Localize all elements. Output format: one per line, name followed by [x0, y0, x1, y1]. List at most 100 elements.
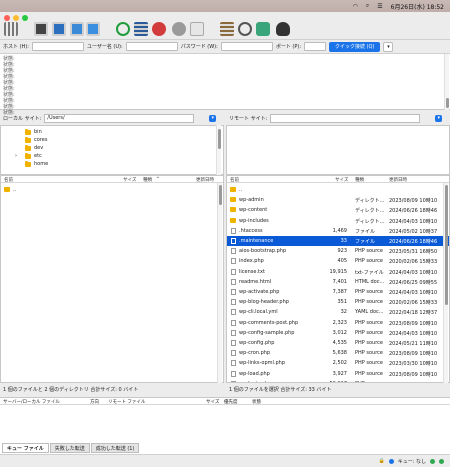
remote-file-modified: 2023/03/30 10時10: [389, 361, 438, 368]
remote-file-row[interactable]: wp-includes ディレクト... 2024/04/03 10時10: [227, 216, 449, 226]
search-files-icon[interactable]: [238, 22, 252, 36]
remote-file-size: 2,502: [332, 360, 347, 367]
tree-item[interactable]: › etc: [15, 152, 42, 160]
download-led-icon: [439, 458, 444, 464]
upload-led-icon: [430, 458, 435, 464]
remote-file-name: index.php: [239, 258, 264, 265]
local-list-scroll-thumb[interactable]: [219, 185, 222, 205]
remote-file-type: ディレクト...: [355, 218, 385, 225]
local-tree-scroll-thumb[interactable]: [218, 129, 221, 149]
remote-col-modified[interactable]: 更新日時: [389, 177, 407, 183]
local-col-type[interactable]: 種類: [143, 177, 152, 183]
remote-file-row[interactable]: .maintenance 33 ファイル 2024/06/26 18時46: [227, 236, 449, 246]
remote-file-row[interactable]: wp-admin ディレクト... 2023/08/09 10時10: [227, 195, 449, 205]
remote-file-modified: 2024/05/02 10時37: [389, 228, 438, 235]
folder-icon: [25, 144, 31, 151]
remote-file-type: PHP source: [355, 248, 383, 255]
compare-icon[interactable]: [256, 22, 270, 36]
remote-file-type: PHP source: [355, 299, 383, 306]
host-input[interactable]: [31, 42, 84, 51]
binoculars-icon[interactable]: [276, 22, 290, 36]
local-col-name[interactable]: 名前: [4, 177, 13, 183]
message-log[interactable]: 状態: 状態: 状態: 状態: 状態: 状態: 状態: 状態: 状態: 状態:: [0, 54, 450, 116]
menubar-date[interactable]: 6月26日(水) 18:52: [391, 2, 444, 11]
remote-file-row[interactable]: wp-comments-post.php 2,323 PHP source 2023/…: [227, 318, 449, 328]
local-file-row[interactable]: ..: [1, 185, 223, 195]
log-scrollbar[interactable]: [444, 54, 449, 110]
remote-col-size[interactable]: サイズ: [335, 177, 348, 183]
remote-file-row[interactable]: wp-cron.php 5,638 PHP source 2023/08/09 10時…: [227, 348, 449, 358]
remote-col-name[interactable]: 名前: [230, 177, 239, 183]
remote-path-input[interactable]: [270, 113, 421, 123]
remote-path-dropdown[interactable]: ▾: [435, 114, 443, 122]
toggle-queue-icon[interactable]: [86, 22, 100, 36]
remote-file-type: PHP source: [355, 319, 383, 326]
remote-site-bar: リモート サイト: ▾: [226, 112, 450, 124]
remote-file-row[interactable]: ..: [227, 185, 449, 195]
remote-col-type[interactable]: 種類: [355, 177, 364, 183]
minimize-window-button[interactable]: [13, 15, 19, 21]
search-icon[interactable]: ⌕: [366, 2, 369, 10]
tree-item[interactable]: home: [25, 160, 48, 168]
log-scroll-thumb[interactable]: [446, 98, 449, 108]
cancel-icon[interactable]: [152, 22, 166, 36]
tab-failed-transfers[interactable]: 失敗した転送: [49, 443, 90, 453]
remote-file-row[interactable]: wp-load.php 3,927 PHP source 2023/08/09 10時…: [227, 369, 449, 379]
local-col-size[interactable]: サイズ: [123, 177, 136, 183]
reconnect-icon[interactable]: [190, 22, 204, 36]
local-tree-scrollbar[interactable]: [216, 125, 221, 175]
sync-browsing-icon[interactable]: [220, 22, 234, 36]
remote-file-row[interactable]: readme.html 7,401 HTML doc... 2024/06/25 09…: [227, 277, 449, 287]
local-tree[interactable]: bin cores dev › etc home: [0, 125, 224, 175]
remote-file-row[interactable]: index.php 405 PHP source 2020/02/06 15時33: [227, 256, 449, 266]
remote-file-row[interactable]: wp-activate.php 7,387 PHP source 2024/04/03…: [227, 287, 449, 297]
local-path-input[interactable]: /Users/: [44, 113, 195, 123]
refresh-icon[interactable]: [116, 22, 130, 36]
tab-successful-transfers[interactable]: 成功した転送 (1): [90, 443, 140, 453]
close-window-button[interactable]: [4, 15, 10, 21]
disconnect-icon[interactable]: [172, 22, 186, 36]
remote-file-row[interactable]: wp-links-opml.php 2,502 PHP source 2023/03/…: [227, 358, 449, 368]
quickconnect-button[interactable]: クイック接続 (Q): [329, 41, 381, 52]
port-input[interactable]: [304, 42, 327, 51]
folder-icon: [25, 152, 31, 159]
remote-file-size: 7,401: [332, 278, 347, 285]
remote-file-type: PHP source: [355, 258, 383, 265]
remote-file-row[interactable]: wp-cli.local.yml 32 YAML doc... 2022/04/18 …: [227, 307, 449, 317]
remote-file-row[interactable]: .htaccess 1,469 ファイル 2024/05/02 10時37: [227, 226, 449, 236]
local-list-scrollbar[interactable]: [217, 183, 222, 383]
wifi-icon[interactable]: ◠: [353, 3, 358, 10]
remote-file-list[interactable]: 名前 サイズ 種類 更新日時 .. wp-admin ディレクト... 2023/08…: [226, 175, 450, 383]
chevron-down-icon[interactable]: ▾: [383, 41, 394, 52]
control-center-icon[interactable]: ☰: [377, 3, 382, 10]
toggle-remote-tree-icon[interactable]: [70, 22, 84, 36]
tree-item[interactable]: dev: [25, 144, 43, 152]
remote-file-row[interactable]: wp-login.php 50,917 PHP source2024/04/03 1…: [227, 379, 449, 382]
site-manager-icon[interactable]: [4, 22, 18, 36]
local-col-modified[interactable]: 更新日時: [196, 177, 214, 183]
filezilla-window: ホスト (H): ユーザー名 (U): パスワード (W): ポート (P): …: [0, 12, 450, 467]
tree-item[interactable]: cores: [25, 136, 47, 144]
remote-file-row[interactable]: wp-blog-header.php 351 PHP source 2020/02/0…: [227, 297, 449, 307]
remote-list-scroll-thumb[interactable]: [445, 185, 448, 305]
remote-file-row[interactable]: aios-bootstrap.php 923 PHP source 2023/05/3…: [227, 246, 449, 256]
local-file-list[interactable]: 名前 サイズ 種類 ^ 更新日時 ..: [0, 175, 224, 383]
remote-file-row[interactable]: license.txt 19,915 txt-ファイル 2024/04/03 10時1…: [227, 267, 449, 277]
remote-file-row[interactable]: wp-config-sample.php 3,012 PHP source 2024/…: [227, 328, 449, 338]
sort-ascending-icon: ^: [156, 177, 160, 182]
tab-queued-files[interactable]: キュー ファイル: [2, 443, 49, 453]
filter-icon[interactable]: [134, 22, 148, 36]
chevron-right-icon[interactable]: ›: [15, 153, 17, 159]
remote-file-row[interactable]: wp-config.php 4,535 PHP source 2024/05/21 1…: [227, 338, 449, 348]
toggle-local-tree-icon[interactable]: [52, 22, 66, 36]
username-input[interactable]: [125, 42, 178, 51]
zoom-window-button[interactable]: [22, 15, 28, 21]
toggle-log-icon[interactable]: [34, 22, 48, 36]
remote-tree[interactable]: [226, 125, 450, 175]
remote-list-scrollbar[interactable]: [443, 183, 448, 383]
password-input[interactable]: [220, 42, 273, 51]
file-icon: [231, 309, 236, 316]
local-path-dropdown[interactable]: ▾: [209, 114, 217, 122]
remote-file-row[interactable]: wp-content ディレクト... 2024/06/26 18時46: [227, 205, 449, 215]
tree-item[interactable]: bin: [25, 128, 42, 136]
